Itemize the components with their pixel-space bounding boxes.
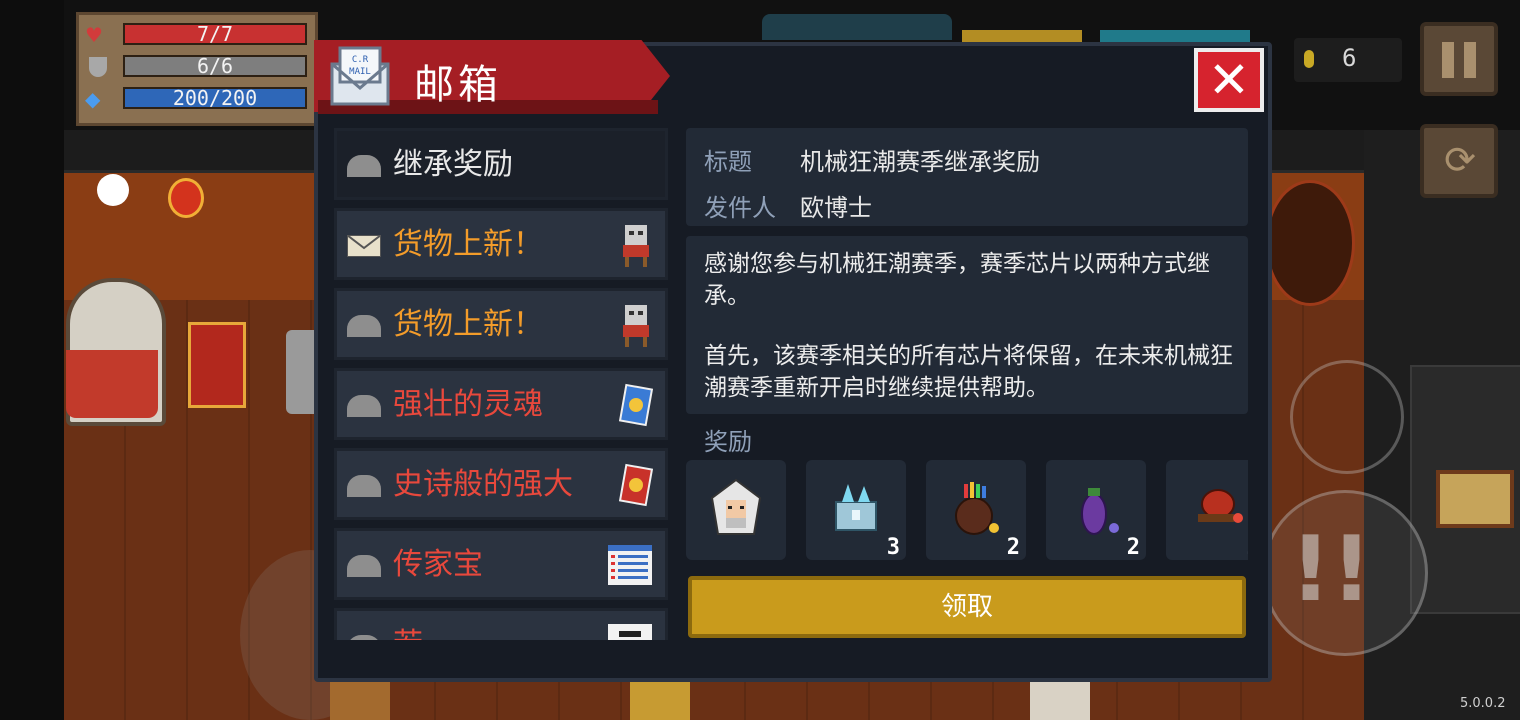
mail-detail-header: 标题 机械狂潮赛季继承奖励 发件人 欧博士 (686, 128, 1248, 226)
mailbox-title: 邮箱 (414, 62, 502, 108)
lantern-icon (168, 178, 204, 218)
reward-list[interactable]: 3 2 2 2 (686, 460, 1248, 564)
merchant-icon (619, 223, 653, 267)
pause-icon (1442, 42, 1454, 78)
top-banner-teal (1100, 30, 1250, 42)
claim-button-label: 领取 (940, 592, 993, 622)
reward-quantity: 2 (1006, 535, 1020, 560)
mail-item[interactable]: 强壮的灵魂 (334, 368, 668, 440)
alert-icon: !! (1290, 517, 1373, 622)
reward-label: 奖励 (704, 428, 752, 456)
hp-bar: 7/7 (123, 23, 307, 45)
mail-item[interactable]: 货物上新！ (334, 208, 668, 280)
doctor-portrait-icon (708, 478, 764, 538)
version-label: 5.0.0.2 (1460, 696, 1506, 711)
mail-item[interactable]: 史诗般的强大 (334, 448, 668, 520)
mail-item[interactable]: 传家宝 (334, 528, 668, 600)
top-banner-gold (962, 30, 1082, 42)
coin-icon (1304, 50, 1314, 68)
player-stats-panel: ♥ 7/7 6/6 ◆ 200/200 (76, 12, 318, 126)
mail-body-paragraph-1: 感谢您参与机械狂潮赛季，赛季芯片以两种方式继承。 (704, 251, 1210, 309)
opened-envelope-icon (347, 475, 381, 497)
reward-quantity: 2 (1247, 535, 1248, 560)
svg-text:MAIL: MAIL (349, 67, 371, 77)
pause-button[interactable] (1420, 22, 1498, 96)
mail-item-label: 继承奖励 (393, 147, 513, 182)
energy-gem-icon: ◆ (85, 87, 101, 111)
energy-row: ◆ 200/200 (85, 87, 307, 111)
shield-icon (89, 57, 107, 77)
mail-body-paragraph-2: 首先，该赛季相关的所有芯片将保留，在未来机械狂潮赛季重新开启时继续提供帮助。 (704, 343, 1233, 401)
pause-icon-bar (1464, 42, 1476, 78)
mail-envelope-icon: C.R MAIL (328, 46, 392, 108)
screen-edge (0, 0, 64, 720)
mail-item-label: 货物上新！ (393, 227, 543, 262)
eggplant-icon (1068, 478, 1124, 538)
mail-body: 感谢您参与机械狂潮赛季，赛季芯片以两种方式继承。 首先，该赛季相关的所有芯片将保… (686, 236, 1248, 414)
red-cabinet (188, 322, 246, 408)
mail-icon-text: C.R (352, 55, 369, 65)
armor-row: 6/6 (85, 55, 307, 79)
opened-envelope-icon (347, 315, 381, 337)
opened-envelope-icon (347, 555, 381, 577)
indicator-dot (97, 174, 129, 206)
swap-character-button[interactable]: ⟳ (1420, 124, 1498, 198)
opened-envelope-icon (347, 395, 381, 417)
mail-item[interactable]: 货物上新！ (334, 288, 668, 360)
mail-title: 机械狂潮赛季继承奖励 (800, 148, 1040, 176)
blue-card-icon (618, 383, 654, 427)
coin-counter: 6 (1294, 38, 1402, 82)
mail-item-label: 强壮的灵魂 (393, 387, 543, 422)
coin-count: 6 (1342, 44, 1357, 72)
red-flower-icon (1188, 478, 1244, 538)
gacha-machine-base (66, 350, 158, 418)
crystal-altar-icon (828, 478, 884, 538)
reward-item[interactable] (686, 460, 786, 560)
mail-item-label: 若 (393, 627, 423, 640)
title-key: 标题 (704, 148, 752, 176)
mail-item-label: 史诗般的强大 (393, 467, 573, 502)
mail-item[interactable]: 若 (334, 608, 668, 640)
claim-button[interactable]: 领取 (688, 576, 1246, 638)
top-banner (762, 14, 952, 40)
reward-quantity: 2 (1126, 535, 1140, 560)
mail-sender: 欧博士 (800, 194, 872, 222)
armor-bar: 6/6 (123, 55, 307, 77)
mail-list[interactable]: 继承奖励货物上新！ 货物上新！ 强壮的灵魂史诗般的强大传家宝若 (332, 128, 670, 640)
reward-quantity: 3 (886, 535, 900, 560)
note-icon (607, 623, 653, 640)
energy-bar: 200/200 (123, 87, 307, 109)
opened-envelope-icon (347, 155, 381, 177)
rainbow-seed-icon (948, 478, 1004, 538)
mail-item-label: 货物上新！ (393, 307, 543, 342)
wall-decoration (1265, 180, 1355, 306)
opened-envelope-icon (347, 635, 381, 640)
reward-item[interactable]: 2 (926, 460, 1026, 560)
close-button[interactable]: ✕ (1194, 48, 1264, 112)
scroll-icon (607, 543, 653, 587)
notice-board (1436, 470, 1514, 528)
heart-icon: ♥ (85, 23, 103, 47)
skill-button[interactable] (1290, 360, 1404, 474)
swap-icon: ⟳ (1444, 138, 1476, 182)
reward-item[interactable]: 2 (1046, 460, 1146, 560)
sender-key: 发件人 (704, 194, 776, 222)
reward-item[interactable]: 3 (806, 460, 906, 560)
mail-item[interactable]: 继承奖励 (334, 128, 668, 200)
hp-row: ♥ 7/7 (85, 23, 307, 47)
mail-item-label: 传家宝 (393, 547, 483, 582)
reward-item[interactable]: 2 (1166, 460, 1248, 560)
close-icon: ✕ (1208, 51, 1250, 109)
red-card-icon (618, 463, 654, 507)
unread-envelope-icon (346, 234, 382, 258)
merchant-icon (619, 303, 653, 347)
